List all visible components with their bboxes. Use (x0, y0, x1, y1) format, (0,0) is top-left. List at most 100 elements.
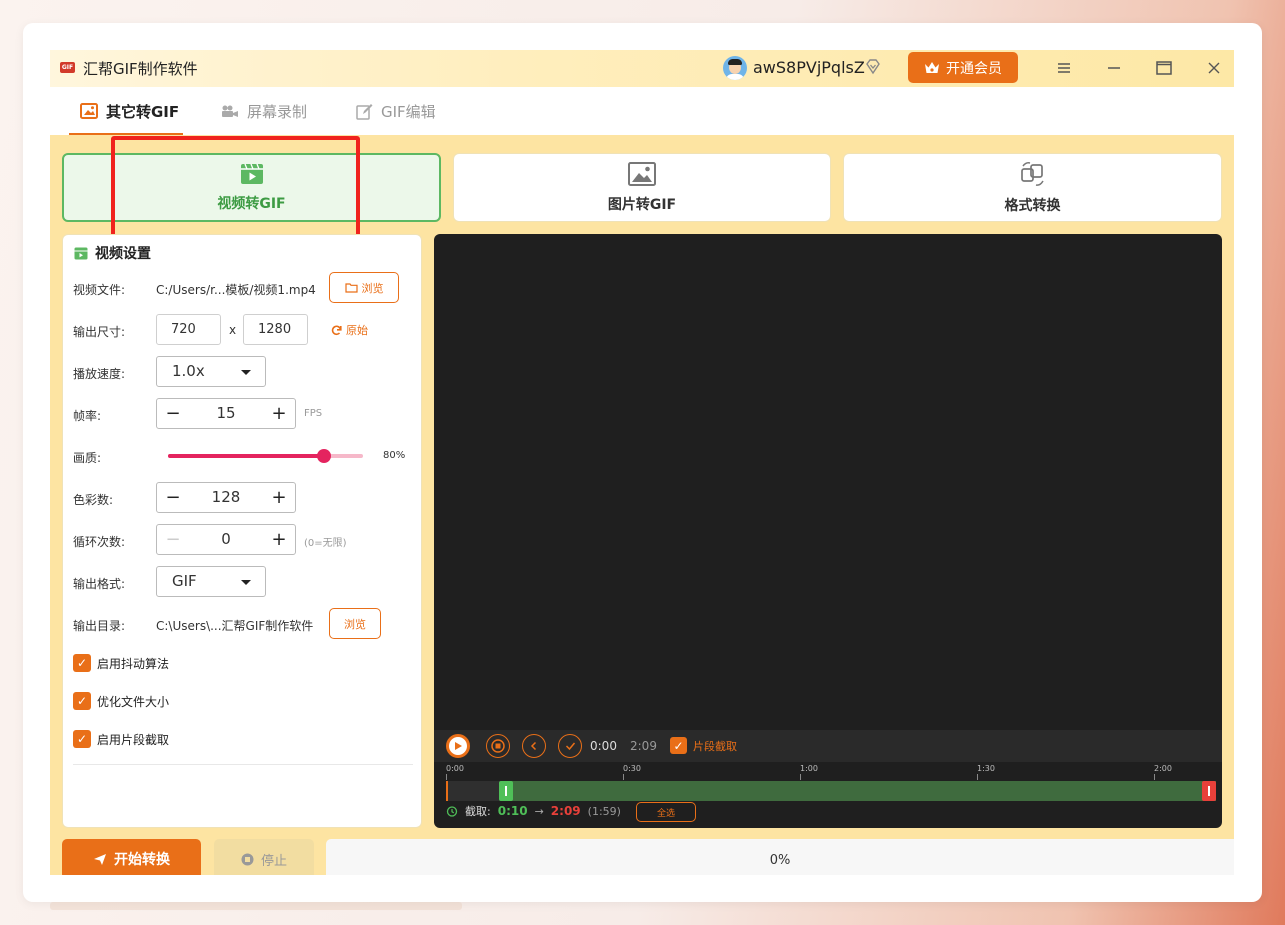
chevron-down-icon (241, 370, 251, 375)
cut-duration: (1:59) (587, 804, 621, 818)
output-dir-path: C:\Users\...汇帮GIF制作软件 (156, 619, 314, 633)
browse-video-button[interactable]: 浏览 (329, 272, 399, 303)
username[interactable]: awS8PVjPqlsZ (753, 58, 865, 77)
membership-label: 开通会员 (946, 60, 1002, 77)
current-time: 0:00 (590, 739, 617, 753)
segment-clip-checkbox[interactable]: ✓ 启用片段截取 (73, 730, 169, 748)
clip-timeline[interactable] (446, 781, 1216, 801)
progress-text: 0% (769, 852, 791, 868)
start-convert-button[interactable]: 开始转换 (62, 839, 201, 875)
cut-arrow: → (534, 804, 544, 818)
mode-label: 格式转换 (1004, 197, 1061, 214)
ruler-tick: 0:30 (623, 764, 641, 773)
playback-controls: 0:00 2:09 ✓ 片段截取 (434, 730, 1222, 762)
output-dir-label: 输出目录: (73, 619, 126, 633)
user-avatar[interactable] (723, 56, 747, 80)
tab-bar: 其它转GIF 屏幕录制 GIF编辑 (50, 87, 1234, 135)
clip-end-handle[interactable] (1202, 781, 1216, 801)
format-value: GIF (172, 572, 197, 590)
menu-icon[interactable] (1052, 56, 1076, 80)
format-select[interactable]: GIF (156, 566, 266, 597)
height-input[interactable]: 1280 (243, 314, 308, 345)
ruler-mark (1154, 774, 1155, 780)
speed-select[interactable]: 1.0x (156, 356, 266, 387)
fps-decrement-button[interactable]: − (157, 399, 189, 428)
select-all-button[interactable]: 全选 (636, 802, 696, 822)
settings-title: 视频设置 (74, 243, 151, 263)
refresh-icon (331, 325, 342, 335)
fps-value[interactable]: 15 (189, 399, 263, 428)
chevron-left-icon (530, 741, 537, 751)
ruler-mark (977, 774, 978, 780)
colors-decrement-button[interactable]: − (157, 483, 189, 512)
colors-stepper: − 128 + (156, 482, 296, 513)
app-window: GIF 汇帮GIF制作软件 awS8PVjPqlsZ 开通会员 其它转GIF 屏… (50, 50, 1234, 875)
browse-output-button[interactable]: 浏览 (329, 608, 381, 639)
taskbar-shadow (50, 902, 462, 910)
settings-title-text: 视频设置 (95, 246, 151, 262)
crown-icon (925, 61, 939, 73)
segment-label: 片段截取 (693, 739, 737, 753)
ruler-tick: 1:30 (977, 764, 995, 773)
tab-other-to-gif[interactable]: 其它转GIF (80, 87, 179, 135)
start-label: 开始转换 (114, 852, 170, 868)
checkbox-label: 启用抖动算法 (97, 656, 170, 671)
checkbox-label: 启用片段截取 (97, 732, 170, 747)
loop-value[interactable]: 0 (189, 525, 263, 554)
tab-label: 屏幕录制 (247, 102, 308, 121)
confirm-button[interactable] (558, 734, 582, 758)
vip-diamond-icon[interactable] (864, 58, 882, 76)
play-icon (455, 742, 462, 750)
quality-slider-thumb[interactable] (317, 449, 331, 463)
ruler-tick: 2:00 (1154, 764, 1172, 773)
app-title: 汇帮GIF制作软件 (83, 60, 198, 78)
browse-label: 浏览 (361, 281, 384, 295)
video-file-path: C:/Users/r...模板/视频1.mp4 (156, 283, 316, 297)
tab-gif-edit[interactable]: GIF编辑 (356, 87, 436, 135)
minimize-icon[interactable] (1102, 56, 1126, 80)
playhead[interactable] (446, 781, 448, 801)
alarm-clock-icon (446, 806, 458, 817)
send-icon (94, 853, 106, 865)
play-button[interactable] (446, 734, 470, 758)
original-size-button[interactable]: 原始 (331, 322, 368, 338)
timeline-excluded-range (446, 781, 506, 801)
open-membership-button[interactable]: 开通会员 (908, 52, 1018, 83)
fps-increment-button[interactable]: + (263, 399, 295, 428)
colors-increment-button[interactable]: + (263, 483, 295, 512)
checkmark-icon: ✓ (73, 730, 91, 748)
dither-checkbox[interactable]: ✓ 启用抖动算法 (73, 654, 169, 672)
cut-end: 2:09 (550, 804, 581, 818)
stop-playback-button[interactable] (486, 734, 510, 758)
mode-label: 图片转GIF (607, 196, 677, 213)
clip-start-handle[interactable] (498, 781, 513, 801)
size-separator: x (229, 323, 237, 337)
progress-bar: 0% (326, 839, 1234, 875)
loop-increment-button[interactable]: + (263, 525, 295, 554)
folder-icon (344, 283, 358, 293)
quality-slider[interactable] (168, 449, 363, 463)
avatar-hair (728, 59, 742, 65)
maximize-icon[interactable] (1152, 56, 1176, 80)
video-settings-icon (74, 247, 88, 259)
camera-icon (222, 105, 238, 117)
back-button[interactable] (522, 734, 546, 758)
loop-decrement-button[interactable]: − (157, 525, 189, 554)
cut-start: 0:10 (497, 804, 528, 818)
mode-image-to-gif[interactable]: 图片转GIF (453, 153, 831, 222)
optimize-size-checkbox[interactable]: ✓ 优化文件大小 (73, 692, 169, 710)
close-icon[interactable] (1202, 56, 1226, 80)
ruler-tick: 1:00 (800, 764, 818, 773)
colors-value[interactable]: 128 (189, 483, 263, 512)
width-input[interactable]: 720 (156, 314, 221, 345)
format-label: 输出格式: (73, 577, 126, 591)
mode-format-convert[interactable]: 格式转换 (843, 153, 1222, 222)
quality-label: 画质: (73, 451, 102, 465)
avatar-body (726, 74, 744, 80)
tab-screen-record[interactable]: 屏幕录制 (221, 87, 307, 135)
check-icon (565, 742, 575, 751)
checkbox-label: 优化文件大小 (97, 694, 170, 709)
segment-toggle[interactable]: ✓ 片段截取 (670, 737, 737, 754)
stop-button[interactable]: 停止 (214, 839, 314, 875)
checkmark-icon: ✓ (73, 692, 91, 710)
